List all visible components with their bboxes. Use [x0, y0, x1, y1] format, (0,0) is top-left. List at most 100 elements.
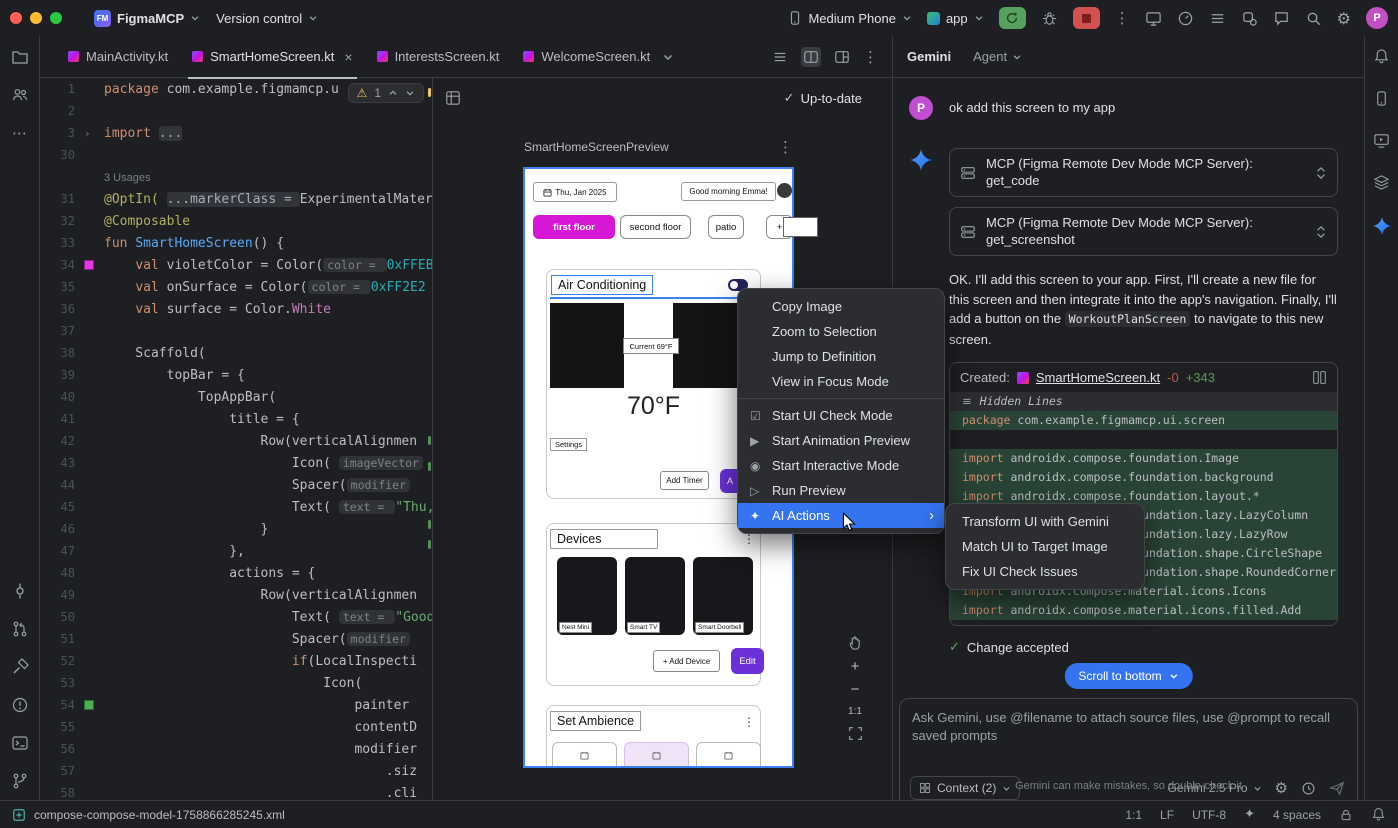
code-line[interactable]: 32@Composable [40, 210, 432, 232]
floor-chip-second[interactable]: second floor [620, 215, 691, 239]
menu-item-run-preview[interactable]: ▷Run Preview [738, 478, 944, 503]
terminal-icon[interactable] [11, 734, 29, 752]
code-line[interactable]: 40 TopAppBar( [40, 386, 432, 408]
code-line[interactable]: 2 [40, 100, 432, 122]
expand-icon[interactable] [1315, 166, 1327, 180]
tool-call-card-get-code[interactable]: MCP (Figma Remote Dev Mode MCP Server): … [949, 148, 1338, 197]
notifications-icon[interactable] [1371, 807, 1386, 822]
project-folder-icon[interactable] [11, 48, 29, 66]
tab-interestsscreen[interactable]: InterestsScreen.kt [365, 36, 512, 78]
submenu-item-match-ui-to-target-image[interactable]: Match UI to Target Image [946, 534, 1144, 559]
edit-button[interactable]: Edit [731, 648, 764, 674]
menu-item-jump-to-definition[interactable]: Jump to Definition [738, 344, 944, 369]
code-line[interactable]: 45 Text( text = "Thu, [40, 496, 432, 518]
code-line[interactable]: 30 [40, 144, 432, 166]
device-manager-icon[interactable] [1373, 90, 1390, 107]
project-selector[interactable]: FM FigmaMCP [94, 10, 200, 27]
zoom-out-button[interactable]: − [851, 683, 860, 697]
settings-gear-icon[interactable]: ⚙ [1337, 9, 1351, 28]
code-line[interactable]: 35 val onSurface = Color(color = 0xFF2E2 [40, 276, 432, 298]
device-mirroring-icon[interactable] [1145, 10, 1162, 27]
code-line[interactable]: 48 actions = { [40, 562, 432, 584]
add-timer-button[interactable]: Add Timer [660, 471, 709, 490]
code-line[interactable]: 47 }, [40, 540, 432, 562]
commit-icon[interactable] [11, 582, 29, 600]
code-line[interactable]: 58 .cli [40, 782, 432, 800]
more-run-actions-button[interactable]: ⋮ [1115, 9, 1130, 27]
ambience-card-3[interactable] [696, 742, 761, 768]
open-diff-icon[interactable] [1312, 370, 1327, 385]
device-card-smart-doorbell[interactable]: Smart Doorbell [693, 557, 753, 635]
code-line[interactable]: 38 Scaffold( [40, 342, 432, 364]
tab-agent[interactable]: Agent [973, 49, 1022, 64]
inspections-widget[interactable]: ⚠ 1 [348, 83, 424, 103]
stop-button[interactable] [1073, 7, 1100, 29]
preview-component-label[interactable]: SmartHomeScreenPreview [524, 140, 669, 154]
community-icon[interactable] [11, 86, 29, 104]
code-line[interactable]: 42 Row(verticalAlignmen [40, 430, 432, 452]
date-chip[interactable]: Thu, Jan 2025 [533, 182, 617, 202]
add-device-button[interactable]: + Add Device [653, 650, 720, 672]
code-line[interactable]: 46 } [40, 518, 432, 540]
code-line[interactable]: 37 [40, 320, 432, 342]
user-avatar[interactable]: P [1366, 7, 1388, 29]
menu-item-copy-image[interactable]: Copy Image [738, 294, 944, 319]
zoom-to-fit-icon[interactable] [848, 726, 863, 741]
code-line[interactable]: 49 Row(verticalAlignmen [40, 584, 432, 606]
selection-handle[interactable] [783, 217, 818, 237]
color-preview-swatch[interactable] [84, 260, 94, 270]
menu-item-start-interactive-mode[interactable]: ◉Start Interactive Mode [738, 453, 944, 478]
tab-smarthomescreen[interactable]: SmartHomeScreen.kt × [180, 36, 364, 78]
code-line[interactable]: 41 title = { [40, 408, 432, 430]
next-issue-icon[interactable] [405, 88, 415, 98]
running-devices-icon[interactable] [1373, 132, 1390, 149]
tab-gemini[interactable]: Gemini [907, 49, 951, 64]
split-editor-right-icon[interactable] [834, 49, 850, 65]
code-line[interactable]: 56 modifier [40, 738, 432, 760]
chat-conversation[interactable]: P ok add this screen to my app MCP (Figm… [893, 78, 1364, 800]
device-selector[interactable]: Medium Phone [787, 10, 912, 26]
pan-hand-icon[interactable] [847, 634, 864, 651]
rerun-button[interactable] [999, 7, 1026, 29]
ambience-title[interactable]: Set Ambience [550, 711, 641, 731]
gutter[interactable] [84, 700, 104, 710]
code-line[interactable]: 36 val surface = Color.White [40, 298, 432, 320]
more-tool-windows-icon[interactable]: ⋯ [12, 124, 27, 142]
layout-inspector-icon[interactable] [1373, 174, 1390, 191]
debug-button[interactable] [1041, 10, 1058, 27]
file-encoding[interactable]: UTF-8 [1192, 808, 1226, 822]
version-control-icon[interactable] [11, 772, 29, 790]
gemini-tool-window-icon[interactable] [1372, 216, 1392, 236]
device-card-smart-tv[interactable]: Smart TV [625, 557, 685, 635]
run-config-selector[interactable]: app [927, 11, 984, 26]
created-filename-link[interactable]: SmartHomeScreen.kt [1036, 370, 1160, 385]
code-line[interactable]: 53 Icon( [40, 672, 432, 694]
indent-setting[interactable]: 4 spaces [1273, 808, 1321, 822]
minimize-window-button[interactable] [30, 12, 42, 24]
search-icon[interactable] [1305, 10, 1322, 27]
preview-options-kebab-icon[interactable]: ⋮ [778, 138, 793, 156]
close-tab-icon[interactable]: × [344, 49, 352, 65]
code-editor[interactable]: 1package com.example.figmamcp.u23›import… [40, 78, 432, 800]
ambience-kebab-icon[interactable]: ⋮ [743, 715, 755, 729]
lock-icon[interactable] [1339, 808, 1353, 822]
notifications-icon[interactable] [1373, 48, 1390, 65]
code-line[interactable]: 33fun SmartHomeScreen() { [40, 232, 432, 254]
menu-item-start-animation-preview[interactable]: ▶Start Animation Preview [738, 428, 944, 453]
settings-label[interactable]: Settings [550, 438, 587, 451]
code-line[interactable]: 43 Icon( imageVector [40, 452, 432, 474]
menu-item-zoom-to-selection[interactable]: Zoom to Selection [738, 319, 944, 344]
pull-requests-icon[interactable] [11, 620, 29, 638]
color-preview-swatch[interactable] [84, 700, 94, 710]
expand-icon[interactable] [1315, 225, 1327, 239]
structure-icon[interactable] [1209, 10, 1226, 27]
ambience-card-2[interactable] [624, 742, 689, 768]
ambience-card-1[interactable] [552, 742, 617, 768]
menu-item-start-ui-check-mode[interactable]: ☑Start UI Check Mode [738, 403, 944, 428]
prev-issue-icon[interactable] [388, 88, 398, 98]
status-file-name[interactable]: compose-compose-model-1758866285245.xml [34, 808, 285, 822]
editor-list-icon[interactable] [772, 49, 788, 65]
zoom-level[interactable]: 1:1 [848, 706, 862, 717]
code-line[interactable]: 50 Text( text = "Good [40, 606, 432, 628]
code-line[interactable]: 51 Spacer(modifier [40, 628, 432, 650]
